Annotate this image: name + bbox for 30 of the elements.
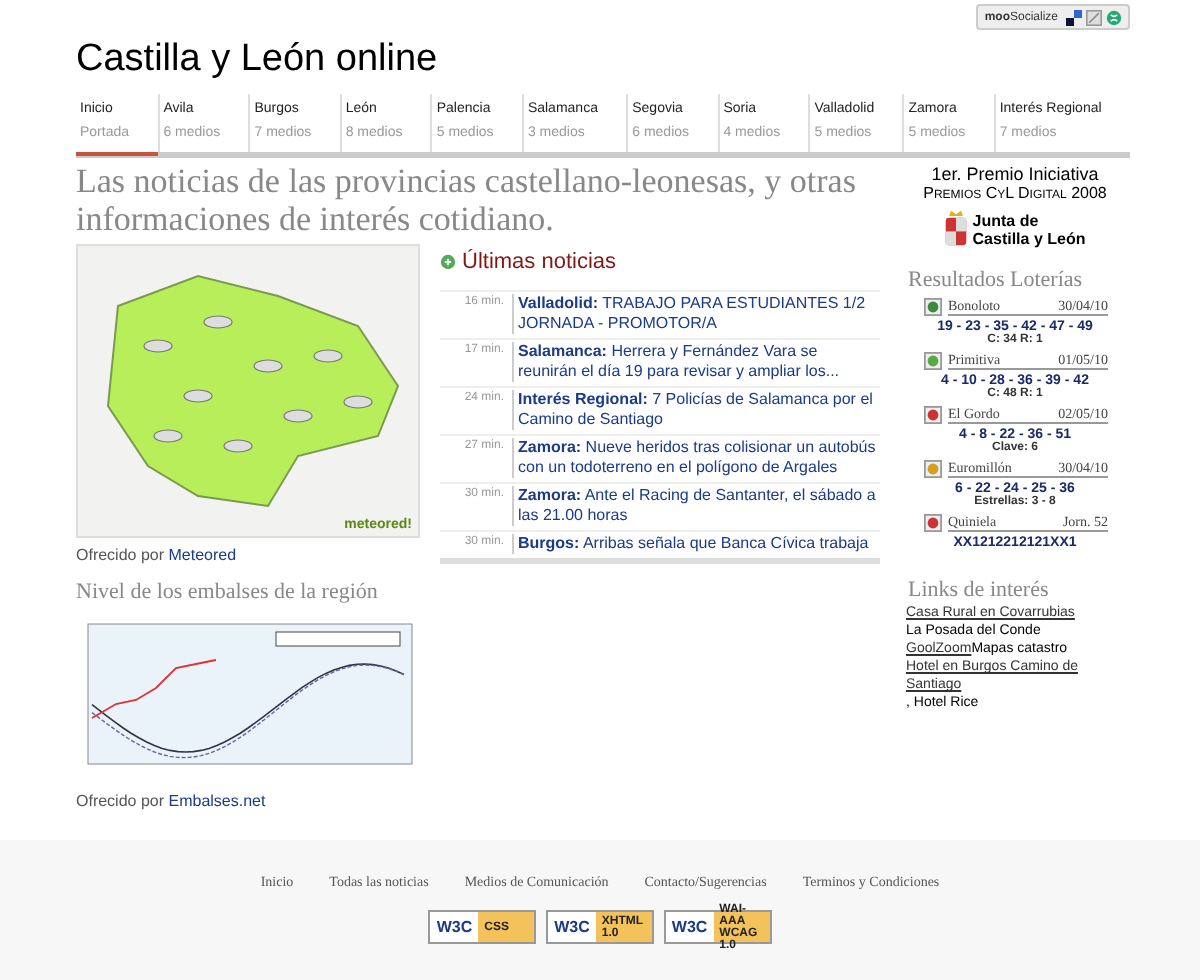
news-link[interactable]: Zamora: Ante el Racing de Santanter, el sábado a las 21.00 horas (512, 486, 880, 526)
bullet-icon (440, 254, 456, 270)
lottery-icon (924, 406, 942, 424)
site-title[interactable]: Castilla y León online (76, 38, 1130, 82)
news-link[interactable]: Burgos: Arribas señala que Banca Cívica trabaja (512, 534, 869, 554)
squares-icon[interactable] (1066, 9, 1082, 25)
lottery-icon (924, 514, 942, 532)
lottery-icon (924, 298, 942, 316)
embalses-link[interactable]: Embalses.net (168, 792, 266, 810)
globe-icon[interactable] (1106, 9, 1122, 25)
coat-of-arms-icon (944, 208, 969, 248)
lottery-icon (924, 460, 942, 478)
legend-box (275, 631, 401, 647)
credit-text: Ofrecido por (76, 792, 167, 810)
headline: Las noticias de las provincias castellano-leonesas, y otras informaciones de interés cotidiano. (76, 162, 858, 238)
news-link[interactable]: Interés Regional: 7 Policías de Salamanca por el Camino de Santiago (512, 390, 880, 430)
meteored-link[interactable]: Meteored (168, 546, 237, 564)
award-subtitle: Premios CyL Digital 2008 (921, 184, 1109, 202)
junta-logo-text: Castilla y León (972, 230, 1086, 248)
news-heading: Últimas noticias (462, 250, 617, 274)
news-link[interactable]: Zamora: Nueve heridos tras colisionar un autobús con un todoterreno en el polígono de Argales (512, 438, 880, 478)
lottery-icon (924, 352, 942, 370)
award-title: 1er. Premio Iniciativa (929, 164, 1101, 184)
section-heading: Nivel de los embalses de la región (76, 580, 380, 604)
news-link[interactable]: Valladolid: TRABAJO PARA ESTUDIANTES 1/2 JORNADA - PROMOTOR/A (512, 294, 880, 334)
section-heading: Resultados Loterías (908, 268, 1085, 292)
junta-logo-text: Junta de (972, 212, 1041, 230)
news-link[interactable]: Salamanca: Herrera y Fernández Vara se reunirán el día 19 para revisar y ampliar los... (512, 342, 880, 382)
credit-text: Ofrecido por (76, 546, 167, 564)
section-heading: Links de interés (908, 578, 1051, 602)
